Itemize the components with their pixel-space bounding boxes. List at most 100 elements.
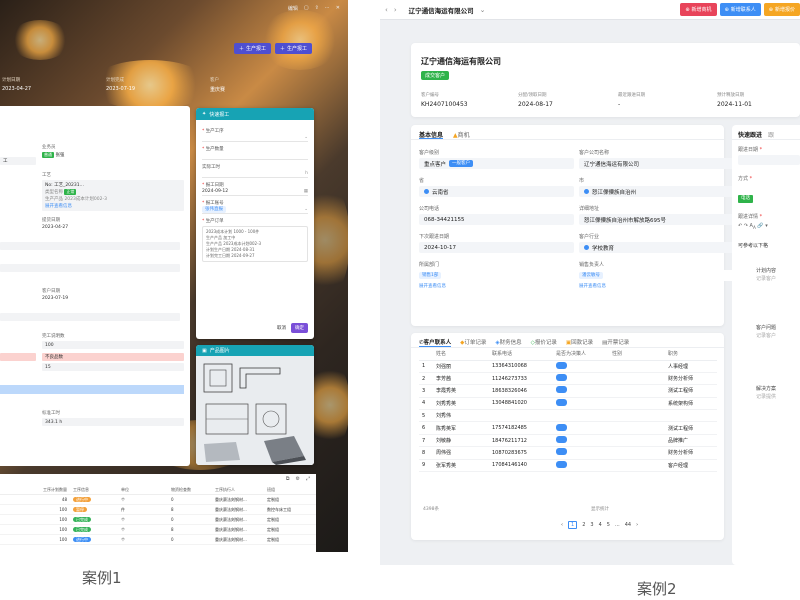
page-4[interactable]: 4 — [599, 522, 602, 528]
tab-quotes[interactable]: ◇报价记录 — [531, 338, 557, 347]
process-value: No: 工艺_20231... — [45, 183, 84, 188]
show-stats[interactable]: 显示统计 — [591, 506, 609, 512]
process-select[interactable]: ⌄ — [202, 134, 308, 142]
plus-icon: ⊕ — [724, 6, 729, 13]
status-badge: 成交客户 — [421, 71, 450, 80]
tab-follow-history[interactable]: 跟 — [768, 130, 774, 139]
decision-maker-toggle[interactable] — [556, 448, 567, 456]
field-city: 市 怒江傈僳族自治州 — [579, 177, 734, 197]
decision-maker-toggle[interactable] — [556, 398, 567, 406]
new-contact-button[interactable]: ⊕ 新增联系人 — [719, 3, 761, 16]
field-industry: 客户行业 学校教育 — [579, 233, 734, 253]
process-expand-link[interactable]: 展开查看信息 — [45, 203, 181, 209]
bolt-icon: ✦ — [202, 111, 207, 117]
new-quote-button[interactable]: ⊕ 新增报价 — [763, 3, 800, 16]
tab-basic-info[interactable]: 基本信息 — [419, 130, 444, 139]
table-row[interactable]: 100 已完成 个 0 重庆赛法刻钢材... 定制组 — [0, 515, 316, 525]
report-work-button-2[interactable]: ＋生产报工 — [275, 43, 313, 54]
product-drawing[interactable] — [196, 356, 314, 465]
decision-maker-toggle[interactable] — [556, 423, 567, 431]
fullscreen-icon[interactable]: ⤢ — [306, 476, 310, 482]
editor-toolbar[interactable]: ↶ ↷ AA 🔗 ▾ — [738, 223, 800, 230]
follow-date-input[interactable] — [738, 155, 800, 165]
tab-finance[interactable]: ◈财务信息 — [495, 338, 521, 347]
page-3[interactable]: 3 — [590, 522, 593, 528]
page-2[interactable]: 2 — [582, 522, 585, 528]
case1-caption: 案例1 — [82, 569, 122, 587]
table-row[interactable]: 7 刘敏静 18476211712 品牌推广 — [419, 434, 717, 448]
copy-icon[interactable]: ⧉ — [286, 476, 290, 482]
total-count: 4398条 — [423, 507, 439, 512]
basic-info-card: 基本信息 ▲商机 客户级别 重点客户 一般客户 客户公司名称 辽宁通信海运有限公司… — [411, 125, 734, 326]
page-44[interactable]: 44 — [625, 522, 631, 528]
tab-payments[interactable]: ▣回款记录 — [566, 338, 593, 347]
next-page-icon[interactable]: › — [636, 522, 638, 528]
table-row[interactable]: 100 已完成 个 8 重庆赛法刻钢材... 定制组 — [0, 525, 316, 535]
table-row[interactable]: 2 李芳茜 11246273733 财务分析师 — [419, 372, 717, 386]
table-row[interactable]: 5 刘秀伟 — [419, 409, 717, 423]
cancel-button[interactable]: 取消 — [277, 325, 286, 331]
table-row[interactable]: 100 进行中 个 0 重庆赛法刻钢材... 定制组 — [0, 535, 316, 545]
new-opportunity-button[interactable]: ⊕ 新增商机 — [680, 3, 717, 16]
tab-invoices[interactable]: ▤开票记录 — [602, 338, 629, 347]
close-icon[interactable]: ✕ — [336, 5, 340, 11]
decision-maker-toggle[interactable] — [556, 374, 567, 382]
tab-quick-follow[interactable]: 快速跟进 — [738, 130, 762, 139]
table-row[interactable]: 6 陈秀英军 17574182485 测试工程师 — [419, 421, 717, 435]
table-row[interactable]: 9 张军秀英 17084146140 客户经理 — [419, 459, 717, 473]
location-icon — [584, 189, 589, 194]
decision-maker-toggle[interactable] — [556, 386, 567, 394]
report-work-button[interactable]: ＋生产报工 — [234, 43, 272, 54]
table-row[interactable]: 1 刘强丽 13364310068 人事经理 — [419, 360, 717, 373]
customer-date: 2023-07-19 — [42, 296, 69, 301]
forward-icon[interactable]: › — [394, 6, 397, 14]
more-icon[interactable]: ⋯ — [325, 5, 330, 11]
table-row[interactable]: 100 暂停 件 8 重庆赛法刻钢材... 数控车床工组 — [0, 505, 316, 515]
table-row[interactable]: 3 李霞秀英 18638326046 测试工程师 — [419, 384, 717, 398]
product-image-header: ▣ 产品图片 — [196, 345, 314, 356]
bad-qty[interactable]: 15 — [42, 363, 184, 371]
tab-opportunity[interactable]: ▲商机 — [453, 130, 470, 139]
page-1[interactable]: 1 — [568, 521, 578, 529]
blank-field-1[interactable] — [0, 242, 180, 250]
method-phone-tag[interactable]: 电话 — [738, 195, 753, 203]
decision-maker-toggle[interactable] — [556, 436, 567, 444]
expand-owner-link[interactable]: 展开查看信息 — [579, 283, 734, 289]
plus-icon: ＋ — [239, 46, 245, 52]
account-select[interactable]: 张伟直报 ⌄ — [202, 206, 308, 214]
chevron-down-icon: ⌄ — [304, 135, 308, 140]
error-field[interactable] — [0, 353, 36, 361]
edit-link[interactable]: 编辑 — [288, 5, 298, 12]
case1-screenshot: 编辑 ▢ ⇪ ⋯ ✕ ＋生产报工 ＋生产报工 计划日期 2023-04-27 计划… — [0, 0, 348, 552]
completed-qty[interactable]: 100 — [42, 341, 184, 349]
page-5[interactable]: 5 — [607, 522, 610, 528]
chevron-down-icon[interactable]: ⌄ — [480, 6, 486, 14]
expand-info-link[interactable]: 展开查看信息 — [419, 283, 574, 289]
copy-icon[interactable]: ▢ — [304, 5, 309, 11]
back-icon[interactable]: ‹ — [385, 6, 388, 14]
hours-input[interactable]: h — [202, 170, 308, 178]
date-input[interactable]: 2024-09-12 ▦ — [202, 188, 308, 196]
share-icon[interactable]: ⇪ — [315, 5, 319, 11]
table-row[interactable]: 8 周伟强 10870283675 财务分析师 — [419, 446, 717, 460]
decision-maker-toggle[interactable] — [556, 361, 567, 369]
table-row[interactable]: 48 进行中 个 0 重庆赛法刻钢材... 定制组 — [0, 495, 316, 505]
page-ellipsis: ... — [614, 522, 620, 528]
meta-last-follow: 最近跟进日期 - — [618, 93, 645, 108]
quantity-input[interactable] — [202, 152, 308, 160]
prev-page-icon[interactable]: ‹ — [561, 522, 563, 528]
confirm-button[interactable]: 确定 — [291, 323, 308, 333]
tab-contacts[interactable]: ✆客户联系人 — [419, 338, 452, 347]
blank-field-2[interactable] — [0, 264, 180, 272]
process-table: ⧉ ⚙ ⤢ 工序计划数量 工序信息 单位 物资检查数 工序执行人 班组 48 进… — [0, 474, 316, 552]
order-select[interactable]: 2023成本计划 1000 - 100件 生产产品 加工中 生产产品 2023成… — [202, 226, 308, 262]
customer-summary-card: 辽宁通信海运有限公司 成交客户 客户编号 KH2407100453 分配/领取日期… — [411, 43, 800, 117]
settings-icon[interactable]: ⚙ — [296, 476, 300, 482]
customer-name: 辽宁通信海运有限公司 — [421, 57, 501, 66]
salesman-value: 普通 张强 — [42, 152, 65, 158]
tab-orders[interactable]: ◆订单记录 — [460, 338, 486, 347]
blank-field-3[interactable] — [0, 313, 180, 321]
case1-header-buttons: ＋生产报工 ＋生产报工 — [234, 43, 313, 54]
table-row[interactable]: 4 刘秀秀英 13048841020 系统架构师 — [419, 397, 717, 411]
decision-maker-toggle[interactable] — [556, 460, 567, 468]
